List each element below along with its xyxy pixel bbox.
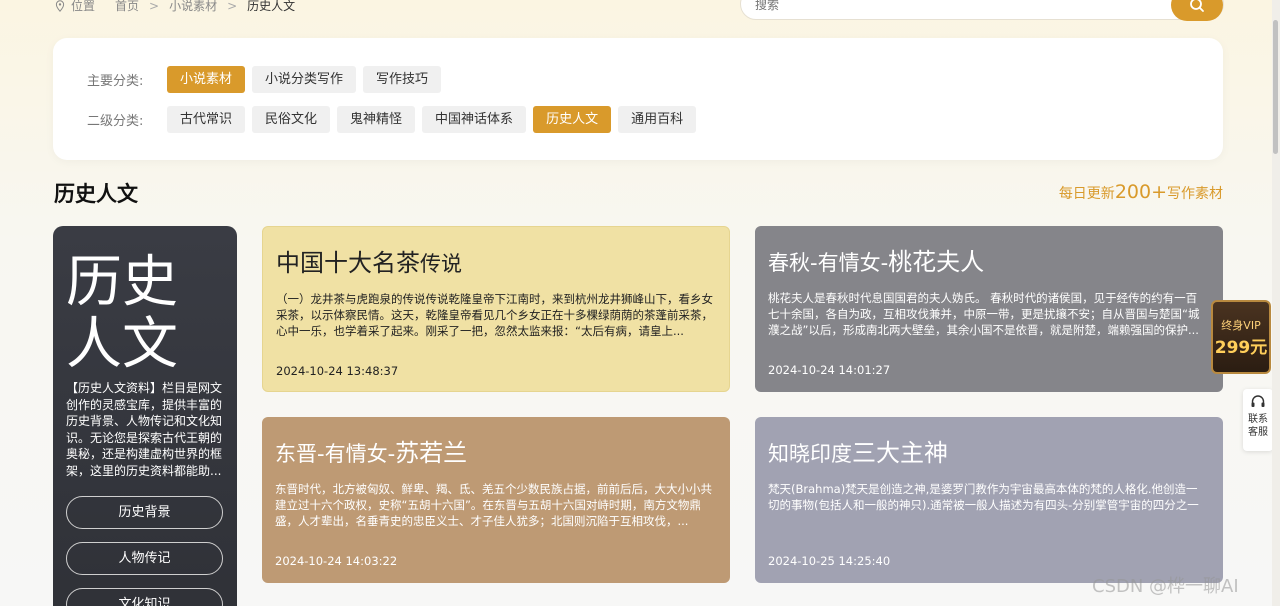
article-excerpt: 梵天(Brahma)梵天是创造之神,是婆罗门教作为宇宙最高本体的梵的人格化.他创… — [768, 482, 1199, 512]
article-title[interactable]: 知晓印度三大主神 — [768, 437, 948, 470]
scrollbar-thumb[interactable] — [1273, 20, 1278, 154]
search-input[interactable] — [755, 0, 1135, 14]
article-title-part: 春秋-有情女- — [768, 251, 889, 275]
primary-chip-writing-skills[interactable]: 写作技巧 — [363, 66, 442, 93]
secondary-chip-chinese-mythology[interactable]: 中国神话体系 — [422, 106, 527, 133]
article-excerpt: 东晋时代，北方被匈奴、鲜卑、羯、氐、羌五个少数民族占据，前前后后，大大小小共建立… — [275, 482, 712, 528]
secondary-category-row: 二级分类: 古代常识 民俗文化 鬼神精怪 中国神话体系 历史人文 通用百科 — [87, 106, 703, 133]
secondary-chip-ancient-knowledge[interactable]: 古代常识 — [167, 106, 246, 133]
watermark: CSDN @桦一聊AI — [1092, 576, 1239, 597]
article-timestamp: 2024-10-25 14:25:40 — [768, 554, 891, 568]
article-timestamp: 2024-10-24 14:01:27 — [768, 363, 891, 377]
article-card[interactable]: 中国十大名茶传说 （一）龙井茶与虎跑泉的传说传说乾隆皇帝下江南时，来到杭州龙井狮… — [262, 226, 730, 392]
breadcrumb-separator: > — [149, 0, 160, 13]
history-background-button[interactable]: 历史背景 — [66, 496, 223, 529]
secondary-chip-folk-culture[interactable]: 民俗文化 — [252, 106, 331, 133]
search-box — [740, 0, 1224, 21]
service-label-line1: 联系 — [1248, 414, 1268, 425]
article-title-part: 中国十大名茶 — [276, 249, 420, 277]
breadcrumb-current: 历史人文 — [247, 0, 296, 13]
article-excerpt: （一）龙井茶与虎跑泉的传说传说乾隆皇帝下江南时，来到杭州龙井狮峰山下，看乡女采茶… — [276, 292, 713, 338]
article-excerpt: 桃花夫人是春秋时代息国国君的夫人妫氏。 春秋时代的诸侯国，见于经传的约有一百七十… — [768, 291, 1200, 337]
secondary-category-label: 二级分类: — [87, 114, 144, 129]
article-title-part: 东晋-有情女- — [275, 442, 396, 466]
intro-big-title: 历史人文 — [66, 250, 178, 377]
article-title-part: 知晓印度 — [768, 442, 852, 466]
update-note-number: 200+ — [1114, 181, 1167, 203]
article-title[interactable]: 东晋-有情女-苏若兰 — [275, 437, 467, 470]
article-title-part: 三大主神 — [852, 439, 948, 467]
category-filter-panel: 主要分类: 小说素材 小说分类写作 写作技巧 二级分类: 古代常识 民俗文化 鬼… — [53, 38, 1223, 160]
update-note-prefix: 每日更新 — [1058, 186, 1115, 202]
vip-badge-line1: 终身VIP — [1221, 319, 1261, 332]
secondary-chip-ghosts-spirits[interactable]: 鬼神精怪 — [337, 106, 416, 133]
article-title[interactable]: 春秋-有情女-桃花夫人 — [768, 246, 984, 279]
primary-category-label: 主要分类: — [87, 74, 144, 89]
customer-service-button[interactable]: 联系 客服 — [1243, 389, 1273, 451]
vip-badge-price: 299元 — [1214, 338, 1268, 358]
breadcrumb-home[interactable]: 首页 — [115, 0, 139, 14]
primary-category-row: 主要分类: 小说素材 小说分类写作 写作技巧 — [87, 66, 448, 93]
article-timestamp: 2024-10-24 13:48:37 — [276, 364, 399, 378]
article-card[interactable]: 春秋-有情女-桃花夫人 桃花夫人是春秋时代息国国君的夫人妫氏。 春秋时代的诸侯国… — [755, 226, 1223, 392]
article-card[interactable]: 东晋-有情女-苏若兰 东晋时代，北方被匈奴、鲜卑、羯、氐、羌五个少数民族占据，前… — [262, 417, 730, 583]
breadcrumb-separator: > — [227, 0, 238, 13]
section-title: 历史人文 — [54, 178, 138, 208]
primary-chip-genre-writing[interactable]: 小说分类写作 — [252, 66, 357, 93]
article-title-part: 传说 — [420, 252, 462, 276]
location-pin-icon — [55, 0, 65, 12]
section-update-note: 每日更新200+写作素材 — [1059, 181, 1223, 203]
breadcrumb: 位置 首页 > 小说素材 > 历史人文 — [55, 0, 295, 14]
culture-knowledge-button[interactable]: 文化知识 — [66, 588, 223, 606]
category-intro-card: 历史人文 【历史人文资料】栏目是网文创作的灵感宝库，提供丰富的历史背景、人物传记… — [53, 226, 237, 606]
vip-promo-badge[interactable]: 终身VIP 299元 — [1211, 300, 1271, 374]
intro-description: 【历史人文资料】栏目是网文创作的灵感宝库，提供丰富的历史背景、人物传记和文化知识… — [66, 381, 223, 478]
top-bar: 位置 首页 > 小说素材 > 历史人文 — [0, 0, 1280, 21]
search-button[interactable] — [1171, 0, 1223, 21]
biography-button[interactable]: 人物传记 — [66, 542, 223, 575]
article-title-part: 苏若兰 — [395, 439, 468, 467]
article-title[interactable]: 中国十大名茶传说 — [276, 247, 462, 280]
update-note-suffix: 写作素材 — [1167, 186, 1223, 202]
secondary-chip-encyclopedia[interactable]: 通用百科 — [618, 106, 697, 133]
article-card[interactable]: 知晓印度三大主神 梵天(Brahma)梵天是创造之神,是婆罗门教作为宇宙最高本体… — [755, 417, 1223, 583]
primary-chip-novel-material[interactable]: 小说素材 — [167, 66, 246, 93]
headset-icon — [1251, 395, 1265, 407]
secondary-chip-history-culture[interactable]: 历史人文 — [533, 106, 612, 133]
service-label-line2: 客服 — [1248, 427, 1268, 438]
breadcrumb-location-label: 位置 — [71, 0, 96, 13]
article-timestamp: 2024-10-24 14:03:22 — [275, 554, 398, 568]
article-title-part: 桃花夫人 — [888, 248, 985, 276]
section-title-text: 历史人文 — [54, 182, 138, 206]
search-icon — [1190, 0, 1204, 12]
breadcrumb-novel-material[interactable]: 小说素材 — [169, 0, 217, 14]
